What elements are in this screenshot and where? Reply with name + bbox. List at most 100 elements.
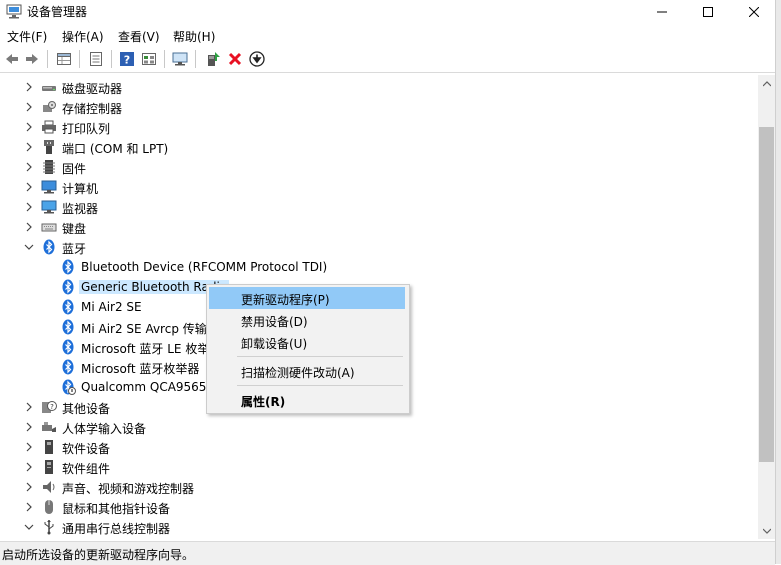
bluetooth-icon — [60, 259, 76, 275]
toolbar-separator — [164, 50, 165, 68]
tree-category[interactable]: 通用串行总线控制器 — [0, 517, 758, 537]
status-bar: 启动所选设备的更新驱动程序向导。 — [0, 541, 775, 565]
software-device-icon — [41, 439, 57, 455]
chevron-right-icon[interactable] — [24, 421, 34, 432]
tree-category[interactable]: 固件 — [0, 157, 758, 177]
chevron-right-icon[interactable] — [24, 101, 34, 112]
tree-category[interactable]: 软件设备 — [0, 437, 758, 457]
context-menu-item-label: 卸载设备(U) — [241, 337, 308, 351]
monitor-icon[interactable] — [172, 51, 188, 67]
port-icon — [41, 139, 57, 155]
help-icon[interactable]: ? — [119, 51, 135, 67]
toolbar-separator — [111, 50, 112, 68]
tree-category[interactable]: 人体学输入设备 — [0, 417, 758, 437]
vertical-scrollbar[interactable] — [758, 75, 775, 539]
menu-action[interactable]: 操作(A) — [62, 28, 104, 45]
chevron-right-icon[interactable] — [24, 401, 34, 412]
chevron-right-icon[interactable] — [24, 121, 34, 132]
context-menu-item[interactable]: 禁用设备(D) — [209, 309, 405, 331]
tree-category[interactable]: 监视器 — [0, 197, 758, 217]
chevron-right-icon[interactable] — [24, 181, 34, 192]
svg-text:?: ? — [124, 54, 130, 67]
chevron-right-icon[interactable] — [24, 161, 34, 172]
tree-node-label: Microsoft 蓝牙枚举器 — [81, 362, 200, 376]
tree-node-label: 端口 (COM 和 LPT) — [62, 142, 169, 156]
tree-node-label: 其他设备 — [62, 402, 111, 416]
bluetooth-icon — [60, 319, 76, 335]
forward-arrow-icon[interactable] — [24, 51, 40, 67]
close-button[interactable] — [731, 0, 777, 24]
menu-file[interactable]: 文件(F) — [7, 28, 47, 45]
context-menu-item[interactable]: 卸载设备(U) — [209, 331, 405, 353]
scroll-down-button[interactable] — [758, 522, 775, 539]
tree-category[interactable]: 存储控制器 — [0, 97, 758, 117]
maximize-button[interactable] — [685, 0, 731, 24]
close-icon — [749, 7, 759, 17]
mouse-icon — [41, 499, 57, 515]
chevron-right-icon[interactable] — [24, 481, 34, 492]
tree-category[interactable]: 磁盘驱动器 — [0, 77, 758, 97]
scroll-up-button[interactable] — [758, 75, 775, 92]
tree-category[interactable]: 软件组件 — [0, 457, 758, 477]
monitor-icon — [41, 199, 57, 215]
bluetooth-icon — [60, 359, 76, 375]
bluetooth-warning-icon — [60, 379, 76, 395]
tree-node-label: 固件 — [62, 162, 87, 176]
disk-drive-icon — [41, 79, 57, 95]
tree-device[interactable]: Bluetooth Device (RFCOMM Protocol TDI) — [0, 257, 758, 277]
tree-node-label: 存储控制器 — [62, 102, 123, 116]
context-menu-item-label: 属性(R) — [241, 395, 286, 409]
properties-grid-icon[interactable] — [56, 51, 72, 67]
tree-category[interactable]: 声音、视频和游戏控制器 — [0, 477, 758, 497]
chevron-up-icon — [762, 80, 771, 86]
details-icon[interactable] — [88, 51, 104, 67]
menu-separator — [237, 356, 403, 357]
context-menu-item[interactable]: 更新驱动程序(P) — [209, 287, 405, 309]
title-bar: 设备管理器 — [0, 0, 781, 24]
tree-category[interactable]: 键盘 — [0, 217, 758, 237]
window-title: 设备管理器 — [27, 5, 88, 19]
tree-node-label: 打印队列 — [62, 122, 111, 136]
back-arrow-icon[interactable] — [4, 51, 20, 67]
update-driver-icon[interactable] — [205, 51, 221, 67]
remove-device-icon[interactable] — [227, 51, 243, 67]
firmware-icon — [41, 159, 57, 175]
svg-text:?: ? — [50, 403, 54, 411]
tree-category[interactable]: 端口 (COM 和 LPT) — [0, 137, 758, 157]
keyboard-icon — [41, 219, 57, 235]
toolbar: ? — [0, 46, 781, 73]
chevron-right-icon[interactable] — [24, 141, 34, 152]
tree-node-label: 鼠标和其他指针设备 — [62, 502, 171, 516]
chevron-right-icon[interactable] — [24, 221, 34, 232]
tree-node-label: 软件设备 — [62, 442, 111, 456]
tree-category[interactable]: 打印队列 — [0, 117, 758, 137]
toolbar-separator — [195, 50, 196, 68]
chevron-right-icon[interactable] — [24, 201, 34, 212]
tree-node-label: 计算机 — [62, 182, 99, 196]
tree-node-label: Qualcomm QCA9565 — [81, 380, 207, 394]
context-menu-item-label: 更新驱动程序(P) — [241, 293, 330, 307]
tree-category[interactable]: 鼠标和其他指针设备 — [0, 497, 758, 517]
context-menu-item[interactable]: 扫描检测硬件改动(A) — [209, 360, 405, 382]
tree-node-label: Mi Air2 SE — [81, 300, 142, 314]
tree-category[interactable]: 蓝牙 — [0, 237, 758, 257]
chevron-right-icon[interactable] — [24, 501, 34, 512]
menu-view[interactable]: 查看(V) — [118, 28, 160, 45]
minimize-button[interactable] — [639, 0, 685, 24]
chevron-down-icon[interactable] — [24, 241, 34, 251]
context-menu-item[interactable]: 属性(R) — [209, 389, 405, 411]
chevron-right-icon[interactable] — [24, 441, 34, 452]
chevron-right-icon[interactable] — [24, 81, 34, 92]
scroll-thumb[interactable] — [759, 127, 774, 462]
menu-help[interactable]: 帮助(H) — [173, 28, 215, 45]
download-icon[interactable] — [249, 51, 265, 67]
view-icon[interactable] — [141, 51, 157, 67]
chevron-right-icon[interactable] — [24, 461, 34, 472]
tree-node-label: 键盘 — [62, 222, 87, 236]
printer-icon — [41, 119, 57, 135]
minimize-icon — [657, 11, 667, 13]
context-menu-item-label: 禁用设备(D) — [241, 315, 308, 329]
chevron-down-icon[interactable] — [24, 521, 34, 531]
bluetooth-icon — [60, 299, 76, 315]
tree-category[interactable]: 计算机 — [0, 177, 758, 197]
